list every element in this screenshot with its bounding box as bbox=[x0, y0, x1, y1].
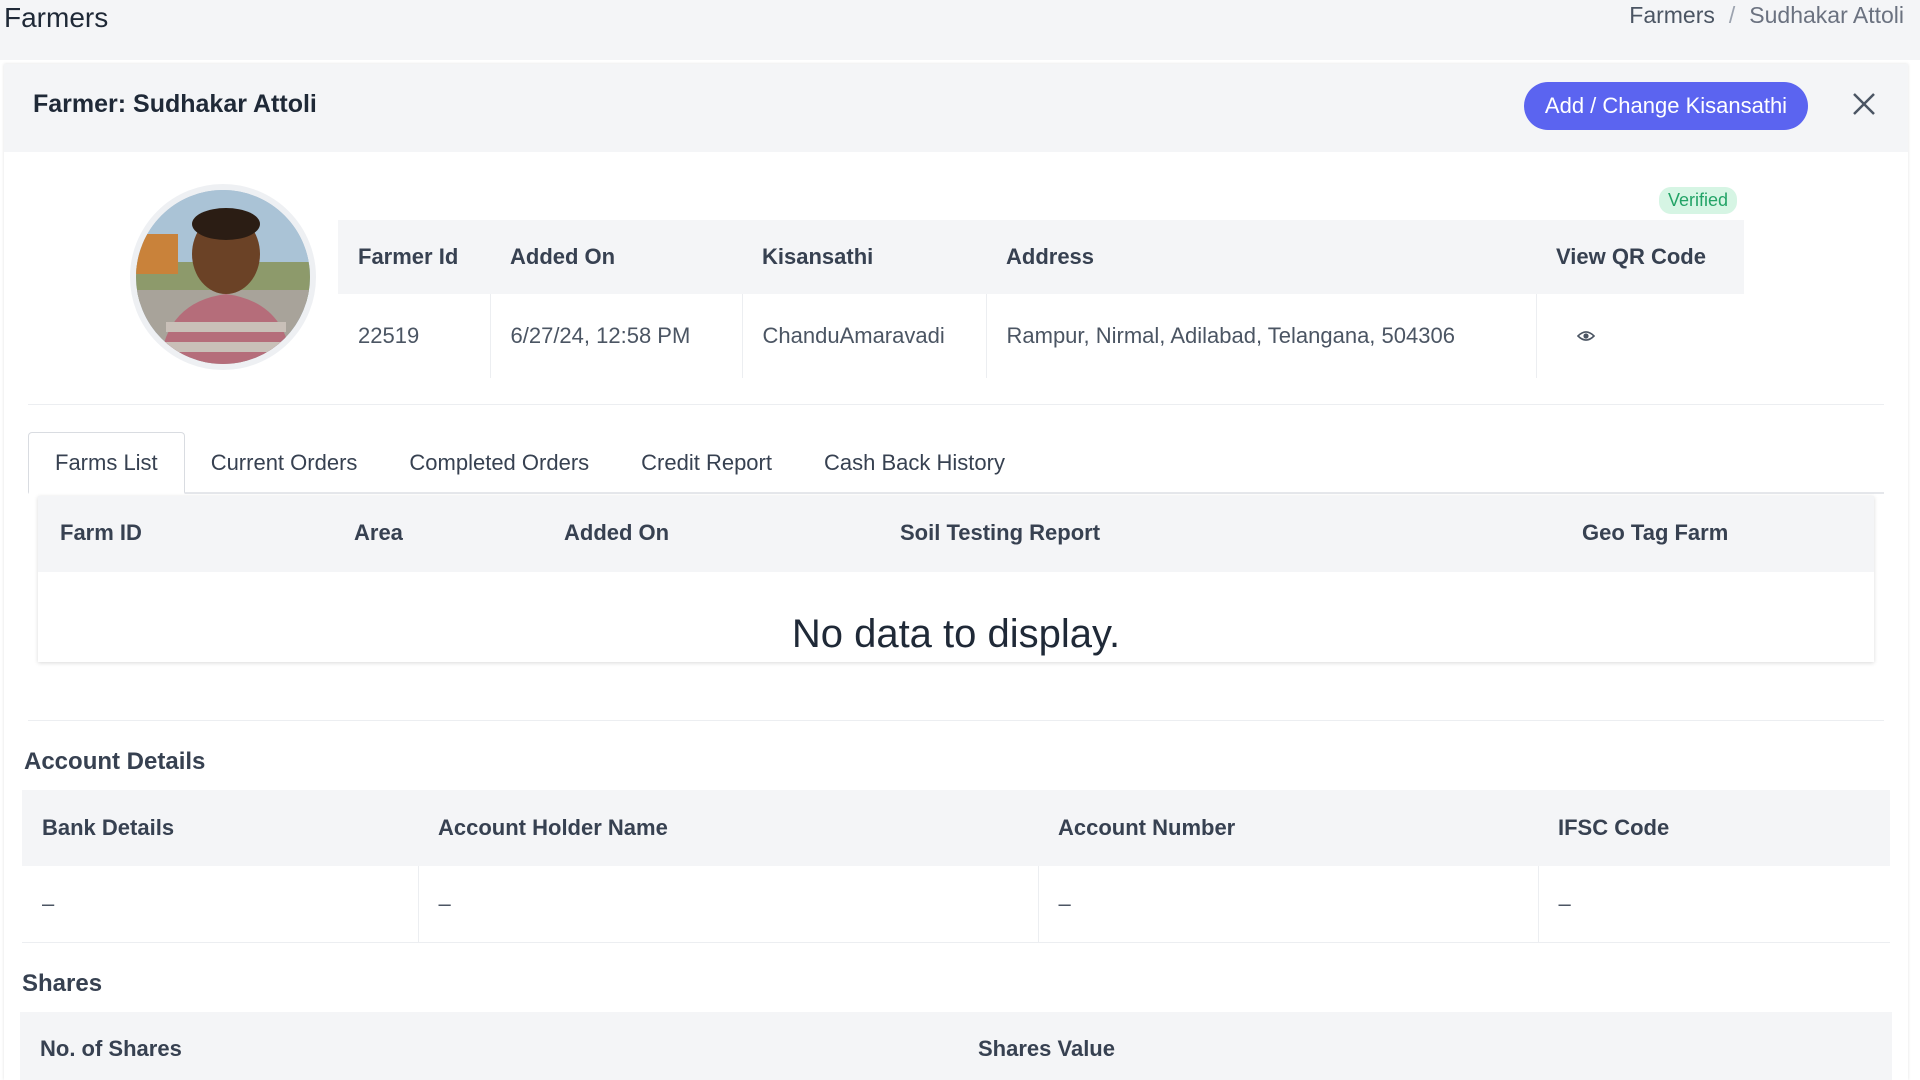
account-details-table: Bank Details Account Holder Name Account… bbox=[22, 790, 1890, 943]
column-header: View QR Code bbox=[1536, 220, 1744, 294]
breadcrumb: Farmers / Sudhakar Attoli bbox=[1629, 2, 1904, 29]
close-button[interactable] bbox=[1844, 84, 1884, 124]
farmer-detail-card: Farmer: Sudhakar Attoli Add / Change Kis… bbox=[4, 64, 1908, 1080]
column-header: Account Number bbox=[1038, 790, 1538, 866]
breadcrumb-farmers-link[interactable]: Farmers bbox=[1629, 2, 1715, 29]
column-header: Address bbox=[986, 220, 1536, 294]
column-header: Farmer Id bbox=[338, 220, 490, 294]
divider bbox=[28, 404, 1884, 405]
column-header: Area bbox=[354, 520, 403, 545]
eye-icon bbox=[1576, 331, 1595, 341]
farmer-info-table: Farmer Id Added On Kisansathi Address Vi… bbox=[338, 220, 1744, 378]
table-header-row: Bank Details Account Holder Name Account… bbox=[22, 790, 1890, 866]
table-row: – – – – bbox=[22, 866, 1890, 943]
shares-table-header: No. of Shares Shares Value bbox=[20, 1012, 1892, 1080]
card-title: Farmer: Sudhakar Attoli bbox=[33, 90, 317, 118]
address-value: Rampur, Nirmal, Adilabad, Telangana, 504… bbox=[986, 294, 1537, 378]
bank-details-value: – bbox=[22, 866, 419, 943]
verified-badge: Verified bbox=[1659, 187, 1738, 214]
account-number-value: – bbox=[1038, 866, 1539, 943]
column-header: Added On bbox=[490, 220, 742, 294]
column-header: Kisansathi bbox=[742, 220, 986, 294]
divider bbox=[28, 720, 1884, 721]
tab-bar: Farms List Current Orders Completed Orde… bbox=[28, 432, 1884, 494]
table-header-row: Farmer Id Added On Kisansathi Address Vi… bbox=[338, 220, 1744, 294]
tab-farms-list[interactable]: Farms List bbox=[28, 432, 185, 494]
column-header: Bank Details bbox=[22, 790, 418, 866]
column-header: Farm ID bbox=[60, 520, 142, 545]
ifsc-code-value: – bbox=[1538, 866, 1890, 943]
tab-current-orders[interactable]: Current Orders bbox=[185, 432, 384, 494]
avatar bbox=[130, 184, 316, 370]
shares-title: Shares bbox=[22, 970, 103, 997]
kisansathi-value: ChanduAmaravadi bbox=[742, 294, 987, 378]
table-row: 22519 6/27/24, 12:58 PM ChanduAmaravadi … bbox=[338, 294, 1744, 378]
account-details-title: Account Details bbox=[24, 748, 206, 775]
tab-credit-report[interactable]: Credit Report bbox=[615, 432, 798, 494]
column-header: Geo Tag Farm bbox=[1582, 520, 1729, 545]
column-header: Shares Value bbox=[978, 1036, 1115, 1061]
add-change-kisansathi-button[interactable]: Add / Change Kisansathi bbox=[1524, 82, 1808, 130]
column-header: Added On bbox=[564, 520, 670, 545]
page-title: Farmers bbox=[4, 2, 109, 33]
added-on-value: 6/27/24, 12:58 PM bbox=[490, 294, 743, 378]
column-header: Account Holder Name bbox=[418, 790, 1038, 866]
breadcrumb-separator: / bbox=[1728, 2, 1736, 28]
tab-cash-back-history[interactable]: Cash Back History bbox=[798, 432, 1031, 494]
table-header-row: Farm ID Area Added On Soil Testing Repor… bbox=[38, 496, 1874, 572]
farmer-id-value: 22519 bbox=[338, 294, 491, 378]
empty-message: No data to display. bbox=[791, 612, 1121, 656]
tab-completed-orders[interactable]: Completed Orders bbox=[383, 432, 615, 494]
account-holder-value: – bbox=[418, 866, 1039, 943]
breadcrumb-current: Sudhakar Attoli bbox=[1749, 2, 1904, 28]
view-qr-cell bbox=[1536, 294, 1744, 378]
page-header: Farmers Farmers / Sudhakar Attoli bbox=[0, 0, 1920, 60]
farms-list-table: Farm ID Area Added On Soil Testing Repor… bbox=[38, 496, 1874, 662]
column-header: Soil Testing Report bbox=[900, 520, 1101, 545]
column-header: No. of Shares bbox=[40, 1036, 182, 1061]
view-qr-button[interactable] bbox=[1576, 323, 1595, 349]
close-icon bbox=[1853, 93, 1875, 115]
farmer-photo bbox=[136, 190, 310, 364]
card-header: Farmer: Sudhakar Attoli Add / Change Kis… bbox=[4, 64, 1908, 152]
column-header: IFSC Code bbox=[1538, 790, 1890, 866]
